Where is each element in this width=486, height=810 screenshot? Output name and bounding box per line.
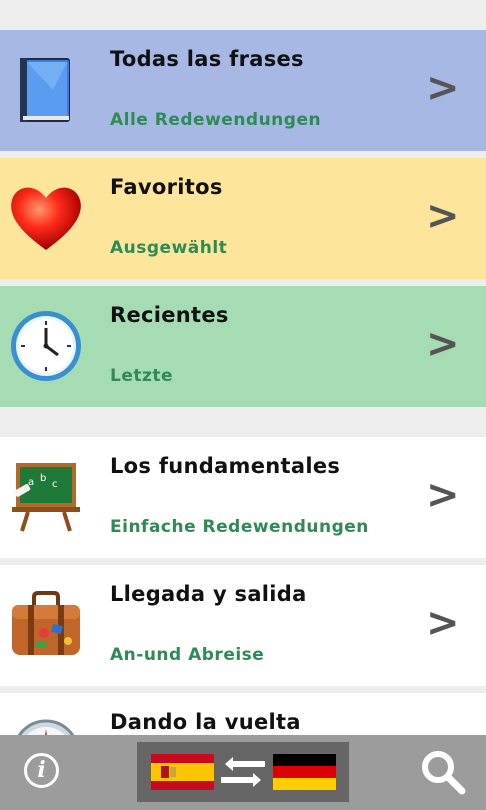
row-subtitle: Alle Redewendungen: [110, 110, 322, 130]
row-title: Llegada y salida: [110, 582, 307, 606]
search-icon: [422, 751, 466, 795]
row-subtitle: Ausgewählt: [110, 238, 228, 258]
row-title: Favoritos: [110, 175, 223, 199]
heart-icon: [8, 180, 84, 256]
chalkboard-icon: a b c: [8, 459, 84, 535]
chevron-right-icon: >: [426, 321, 460, 367]
category-row-getting-around[interactable]: Dando la vuelta: [0, 693, 486, 735]
category-row-recent[interactable]: Recientes Letzte >: [0, 286, 486, 407]
info-button[interactable]: i: [24, 753, 59, 788]
svg-text:c: c: [52, 479, 58, 490]
category-row-arrival-departure[interactable]: Llegada y salida An-und Abreise >: [0, 565, 486, 686]
category-row-all-phrases[interactable]: Todas las frases Alle Redewendungen >: [0, 30, 486, 151]
row-title: Dando la vuelta: [110, 710, 301, 734]
chevron-right-icon: >: [426, 600, 460, 646]
category-row-favorites[interactable]: Favoritos Ausgewählt >: [0, 158, 486, 279]
row-subtitle: Letzte: [110, 366, 174, 386]
svg-text:b: b: [40, 473, 46, 484]
compass-icon: [8, 715, 84, 735]
language-switch-button[interactable]: [137, 742, 349, 802]
row-title: Los fundamentales: [110, 454, 341, 478]
chevron-right-icon: >: [426, 193, 460, 239]
chevron-right-icon: >: [426, 472, 460, 518]
chevron-right-icon: >: [426, 65, 460, 111]
row-title: Todas las frases: [110, 47, 304, 71]
germany-flag-icon: [273, 754, 336, 790]
category-row-basics[interactable]: a b c Los fundamentales Einfache Redewen…: [0, 437, 486, 558]
category-list: Todas las frases Alle Redewendungen > Fa…: [0, 0, 486, 735]
row-title: Recientes: [110, 303, 229, 327]
clock-icon: [8, 308, 84, 384]
row-subtitle: An-und Abreise: [110, 645, 265, 665]
spain-flag-icon: [151, 754, 214, 790]
search-button[interactable]: [419, 748, 467, 796]
book-icon: [8, 52, 84, 128]
suitcase-icon: [8, 587, 84, 663]
swap-arrows-icon: [221, 757, 265, 787]
row-subtitle: Einfache Redewendungen: [110, 517, 369, 537]
